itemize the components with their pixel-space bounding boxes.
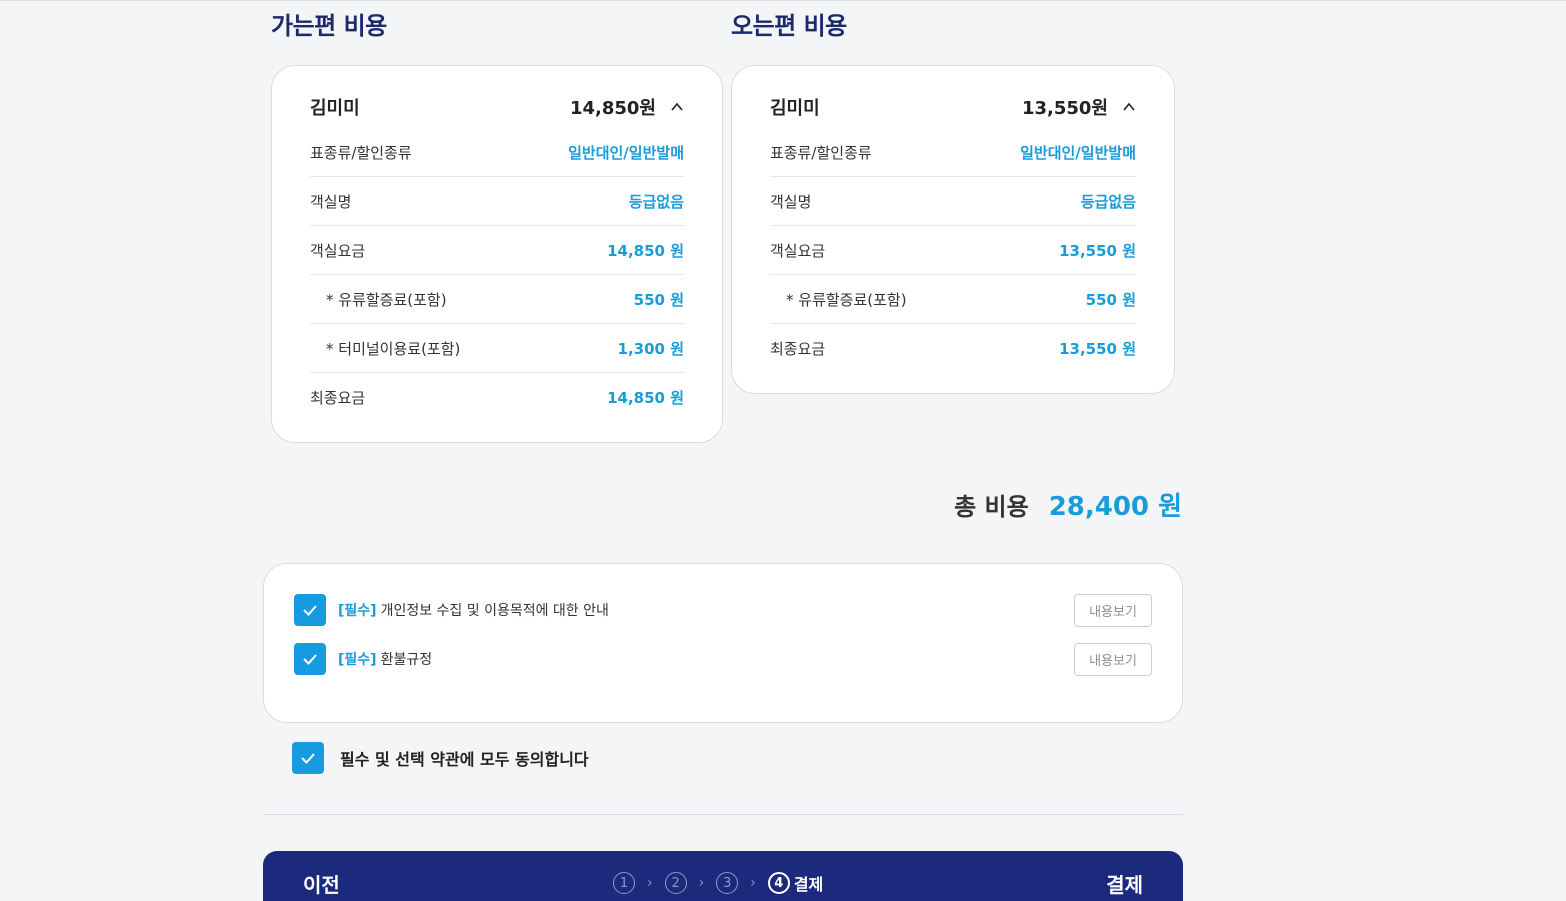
total-cost-value: 28,400 원 xyxy=(1048,492,1182,522)
fare-row: 객실요금 14,850 원 xyxy=(310,226,684,275)
fare-row-value: 13,550 원 xyxy=(1059,241,1136,260)
check-icon xyxy=(301,753,315,764)
fare-row-value: 일반대인/일반발매 xyxy=(1020,143,1136,162)
fare-row: * 유류할증료(포함) 550 원 xyxy=(770,275,1136,324)
fare-row-label: 객실요금 xyxy=(310,241,366,260)
fare-row-value: 등급없음 xyxy=(628,192,684,211)
top-divider xyxy=(0,0,1566,1)
fare-row-label: 최종요금 xyxy=(310,389,366,407)
fare-row-value: 14,850 원 xyxy=(607,241,684,260)
fare-row-label: * 터미널이용료(포함) xyxy=(326,339,461,358)
step-3: 3 xyxy=(716,872,739,894)
outbound-fare-card: 김미미 14,850원 표종류/할인종류 일반대인/일반발매 객실명 등급없음 객실… xyxy=(271,65,723,443)
inbound-title: 오는편 비용 xyxy=(731,12,847,40)
check-icon xyxy=(303,654,317,665)
chevron-right-icon: › xyxy=(750,875,756,891)
agree-all: 필수 및 선택 약관에 모두 동의합니다 xyxy=(292,742,589,774)
outbound-card-header[interactable]: 김미미 14,850원 xyxy=(310,92,684,122)
fare-row-value: 13,550 원 xyxy=(1059,340,1136,358)
step-indicator: 1 › 2 › 3 › 4 결제 xyxy=(613,871,823,895)
pay-button[interactable]: 결제 xyxy=(1106,869,1143,898)
fare-row-value: 1,300 원 xyxy=(617,339,684,358)
fare-row-label: * 유류할증료(포함) xyxy=(786,290,907,309)
term-privacy: [필수] 개인정보 수집 및 이용목적에 대한 안내 내용보기 xyxy=(294,593,1152,627)
outbound-fare-rows: 표종류/할인종류 일반대인/일반발매 객실명 등급없음 객실요금 14,850 원 *… xyxy=(310,128,684,422)
fare-row-value: 550 원 xyxy=(633,290,684,309)
inbound-passenger-name: 김미미 xyxy=(770,98,820,119)
total-cost-label: 총 비용 xyxy=(954,493,1029,521)
current-step-label: 결제 xyxy=(793,875,824,894)
fare-row: 객실명 등급없음 xyxy=(770,177,1136,226)
term-refund: [필수] 환불규정 내용보기 xyxy=(294,642,1152,676)
agree-all-checkbox[interactable] xyxy=(292,742,324,774)
fare-row-label: * 유류할증료(포함) xyxy=(326,290,447,309)
total-cost: 총 비용 28,400 원 xyxy=(954,486,1182,523)
term-refund-checkbox[interactable] xyxy=(294,643,326,675)
outbound-passenger-name: 김미미 xyxy=(310,98,360,119)
prev-button[interactable]: 이전 xyxy=(303,869,340,898)
inbound-passenger-amount: 13,550원 xyxy=(1021,98,1108,119)
fare-row-label: 객실명 xyxy=(770,192,812,211)
inbound-card-header[interactable]: 김미미 13,550원 xyxy=(770,92,1136,122)
fare-row-value: 550 원 xyxy=(1085,290,1136,309)
fare-row-value: 14,850 원 xyxy=(607,389,684,407)
view-privacy-button[interactable]: 내용보기 xyxy=(1074,593,1152,627)
chevron-right-icon: › xyxy=(698,875,705,891)
term-required-tag: [필수] xyxy=(338,603,377,619)
fare-row-label: 표종류/할인종류 xyxy=(310,143,412,162)
inbound-fare-card: 김미미 13,550원 표종류/할인종류 일반대인/일반발매 객실명 등급없음 객실… xyxy=(731,65,1175,394)
fare-row-label: 객실요금 xyxy=(770,241,826,260)
step-1: 1 xyxy=(613,872,635,894)
term-privacy-checkbox[interactable] xyxy=(294,594,326,626)
fare-row: * 터미널이용료(포함) 1,300 원 xyxy=(310,324,684,373)
term-required-tag: [필수] xyxy=(338,652,377,668)
inbound-fare-rows: 표종류/할인종류 일반대인/일반발매 객실명 등급없음 객실요금 13,550 원 *… xyxy=(770,128,1136,373)
fare-row-value: 일반대인/일반발매 xyxy=(568,143,684,162)
step-4-current: 4 xyxy=(767,872,790,894)
fare-row-value: 등급없음 xyxy=(1080,192,1136,211)
check-icon xyxy=(303,605,317,616)
chevron-right-icon: › xyxy=(647,875,653,891)
outbound-passenger-amount: 14,850원 xyxy=(569,98,656,119)
fare-row-label: 표종류/할인종류 xyxy=(770,143,872,162)
step-2: 2 xyxy=(664,872,687,894)
fare-row-label: 객실명 xyxy=(310,192,352,211)
bottom-action-bar: 이전 1 › 2 › 3 › 4 결제 결제 xyxy=(263,851,1183,901)
outbound-title: 가는편 비용 xyxy=(271,12,387,40)
terms-card: [필수] 개인정보 수집 및 이용목적에 대한 안내 내용보기 [필수] 환불규… xyxy=(263,563,1183,723)
fare-row-label: 최종요금 xyxy=(770,340,826,358)
fare-row: 객실요금 13,550 원 xyxy=(770,226,1136,275)
fare-row: 표종류/할인종류 일반대인/일반발매 xyxy=(310,128,684,177)
section-divider xyxy=(263,814,1183,815)
fare-row: 객실명 등급없음 xyxy=(310,177,684,226)
term-text: 환불규정 xyxy=(380,652,433,668)
chevron-up-icon[interactable] xyxy=(670,100,684,114)
fare-row: 최종요금 14,850 원 xyxy=(310,373,684,422)
chevron-up-icon[interactable] xyxy=(1122,100,1136,114)
fare-row: 최종요금 13,550 원 xyxy=(770,324,1136,373)
view-refund-button[interactable]: 내용보기 xyxy=(1074,642,1152,676)
term-text: 개인정보 수집 및 이용목적에 대한 안내 xyxy=(380,603,609,619)
fare-row: 표종류/할인종류 일반대인/일반발매 xyxy=(770,128,1136,177)
fare-row: * 유류할증료(포함) 550 원 xyxy=(310,275,684,324)
agree-all-label: 필수 및 선택 약관에 모두 동의합니다 xyxy=(340,750,589,769)
